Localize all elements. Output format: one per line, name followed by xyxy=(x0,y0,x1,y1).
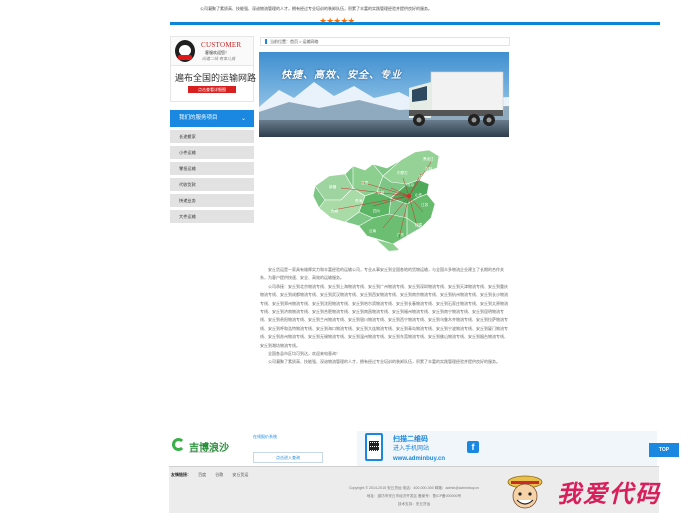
service-heading-label: 我们的服务项目 xyxy=(179,115,218,121)
map-label-liaoning: 辽宁 xyxy=(419,174,427,179)
map-label-neimenggu: 内蒙古 xyxy=(397,170,408,175)
map-label-heilongjiang: 黑龙江 xyxy=(423,156,434,161)
map-label-jiangsu: 江苏 xyxy=(421,202,429,207)
article-paragraph: 公司凝聚了素质高、技能强、深谙物流管理的人才，拥有经过专业培训的装卸队伍，积累了… xyxy=(268,359,500,365)
banner-image: 快捷、高效、安全、专业 xyxy=(259,52,509,137)
network-title: 遍布全国的运输网路 xyxy=(175,73,257,83)
mobile-site-ad[interactable]: 扫描二维码 进入手机网站 www.adminbuy.cn f TOP xyxy=(357,431,679,467)
article-paragraph: 全国各县市区均可到达，欢迎来电垂询！ xyxy=(268,351,340,357)
map-label-ningxia: 宁夏 xyxy=(377,190,385,195)
quote-system-ad[interactable]: 在线报价系统 点击进入查询 xyxy=(251,434,329,468)
friend-link[interactable]: 百度 xyxy=(198,472,206,477)
article-paragraph: 安丘货运是一家具有雄厚实力和丰富经验的运输公司，专业从事安丘到全国各地的货物运输… xyxy=(260,267,504,281)
sidebar: CUSTOMER 客服欢迎您！ 问道二线 有事儿我 遍布全国的运输网路 点击查看… xyxy=(170,36,257,223)
map-label-sichuan: 四川 xyxy=(373,209,381,213)
breadcrumb-text[interactable]: 当前位置：首页 > 运输网络 xyxy=(270,39,319,44)
customer-service-box[interactable]: CUSTOMER 客服欢迎您！ 问道二线 有事儿我 xyxy=(170,36,254,66)
qr-code-icon xyxy=(365,433,383,461)
breadcrumb-marker xyxy=(265,39,267,45)
sidebar-item-long-distance[interactable]: 长途搬家 xyxy=(170,130,254,143)
header-intro-text: 公司凝聚了素质高、技能强、深谙物流管理的人才，拥有经过专业培训的装卸队伍，积累了… xyxy=(200,6,432,11)
watermark-text: 我爱代码 xyxy=(557,480,661,508)
view-network-button[interactable]: 点击查看详细图 xyxy=(188,86,236,93)
article-paragraph: 公司承接：安丘到北京物流专线、安丘到上海物流专线、安丘到广州物流专线、安丘到深圳… xyxy=(260,283,508,348)
back-to-top-button[interactable]: TOP xyxy=(649,443,679,457)
sidebar-item-cod[interactable]: 代收货款 xyxy=(170,178,254,191)
sidebar-item-small-parcel[interactable]: 小件运输 xyxy=(170,146,254,159)
sidebar-item-heavy[interactable]: 大件运输 xyxy=(170,210,254,223)
friend-link[interactable]: 安丘货运 xyxy=(232,472,248,477)
map-label-xizang: 西藏 xyxy=(331,208,339,213)
map-label-qinghai: 青海 xyxy=(355,198,363,203)
partner-strip: 吉博浪沙 GUIBO LANGSHA 在线报价系统 点击进入查询 扫描二维码 进… xyxy=(169,428,679,468)
map-label-gansu: 甘肃 xyxy=(361,180,369,185)
quote-system-title: 在线报价系统 xyxy=(253,434,277,439)
china-map-illustration: 新疆 西藏 青海 甘肃 宁夏 内蒙古 黑龙江 吉林 辽宁 北京 山东 四川 云南… xyxy=(312,149,440,251)
watermark: 我爱代码 xyxy=(505,470,691,513)
map-label-xinjiang: 新疆 xyxy=(329,184,337,189)
china-network-map: 新疆 西藏 青海 甘肃 宁夏 内蒙古 黑龙江 吉林 辽宁 北京 山东 四川 云南… xyxy=(311,148,466,252)
customer-handwriting: 问道二线 有事儿我 xyxy=(202,56,236,61)
breadcrumb: 当前位置：首页 > 运输网络 xyxy=(260,37,510,46)
partner-logo-icon xyxy=(172,438,185,451)
map-label-shandong: 山东 xyxy=(415,192,423,197)
friend-links-label: 友情链接： xyxy=(171,472,191,477)
map-label-jilin: 吉林 xyxy=(425,166,433,171)
sidebar-item-express[interactable]: 快递业务 xyxy=(170,194,254,207)
facebook-icon[interactable]: f xyxy=(467,441,479,453)
partner-logo-en: GUIBO LANGSHA xyxy=(189,450,214,454)
sidebar-item-ltl[interactable]: 零担运输 xyxy=(170,162,254,175)
customer-title: CUSTOMER xyxy=(201,41,242,49)
chevron-down-icon: ⌄ xyxy=(240,115,246,122)
map-label-beijing: 北京 xyxy=(407,182,415,187)
top-header: 公司凝聚了素质高、技能强、深谙物流管理的人才，拥有经过专业培训的装卸队伍，积累了… xyxy=(0,0,691,27)
pirate-face-icon xyxy=(507,475,543,509)
service-heading: 我们的服务项目 ⌄ xyxy=(170,110,254,127)
friend-link[interactable]: 谷歌 xyxy=(215,472,223,477)
map-label-guangdong: 广东 xyxy=(397,232,405,237)
banner-slogan: 快捷、高效、安全、专业 xyxy=(281,70,402,81)
qr-subtitle: 进入手机网站 xyxy=(393,446,430,452)
quote-system-button[interactable]: 点击进入查询 xyxy=(253,452,323,463)
qq-penguin-icon xyxy=(175,40,195,62)
qr-url[interactable]: www.adminbuy.cn xyxy=(393,456,445,462)
header-divider xyxy=(170,22,660,25)
article-body: 安丘货运是一家具有雄厚实力和丰富经验的运输公司，专业从事安丘到全国各地的货物运输… xyxy=(260,266,509,367)
network-box: 遍布全国的运输网路 点击查看详细图 xyxy=(170,66,257,102)
map-label-fujian: 福建 xyxy=(415,222,423,227)
service-list: 长途搬家 小件运输 零担运输 代收货款 快递业务 大件运输 xyxy=(170,130,254,223)
map-label-yunnan: 云南 xyxy=(369,228,377,233)
banner-illustration xyxy=(259,52,509,137)
